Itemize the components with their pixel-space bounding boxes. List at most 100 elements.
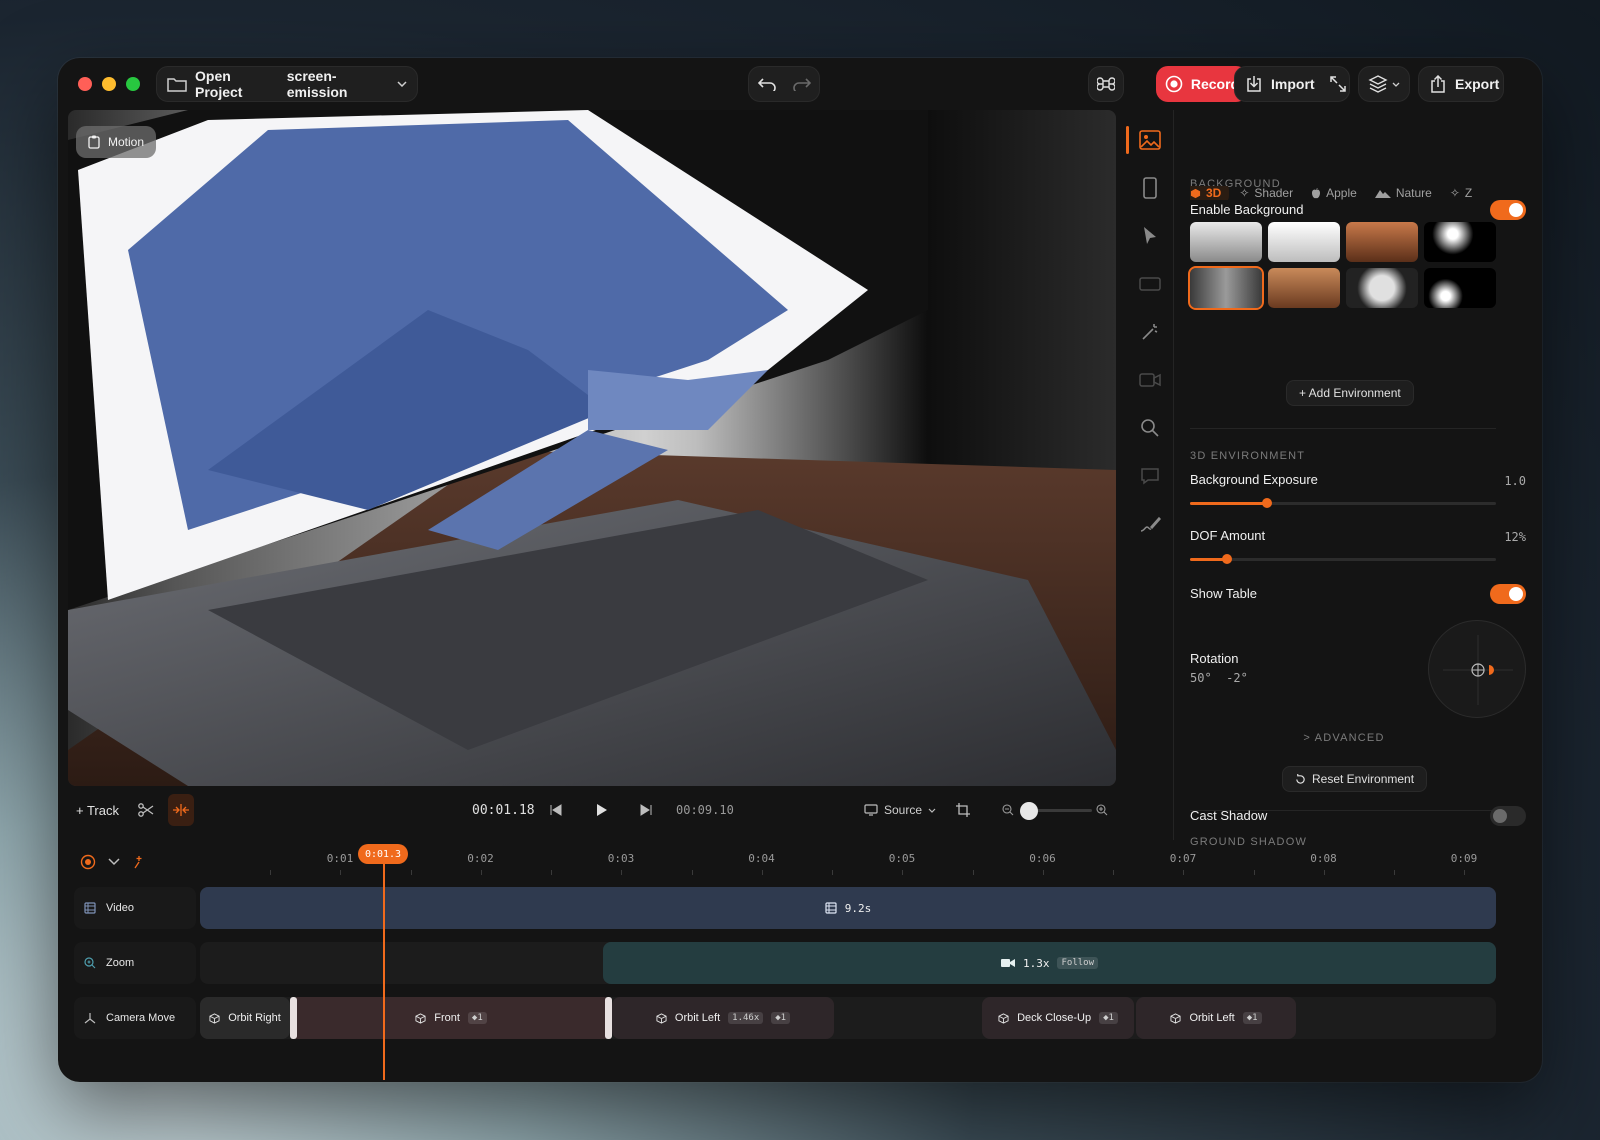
reset-icon xyxy=(1295,773,1306,785)
camera-clip[interactable]: Deck Close-Up ◆1 xyxy=(982,997,1134,1039)
snap-icon[interactable] xyxy=(168,794,194,826)
import-icon xyxy=(1245,75,1263,93)
bg-exposure-knob[interactable] xyxy=(1261,498,1272,508)
skip-forward-icon[interactable] xyxy=(640,794,652,826)
export-button[interactable]: Export xyxy=(1418,66,1504,102)
add-environment-button[interactable]: + Add Environment xyxy=(1286,380,1414,406)
camera-clip[interactable]: Orbit Right xyxy=(200,997,290,1039)
environment-thumbnail[interactable] xyxy=(1424,222,1496,262)
reset-environment-button[interactable]: Reset Environment xyxy=(1282,766,1428,792)
timeline-toolbar xyxy=(80,854,146,870)
expand-icon[interactable] xyxy=(1329,75,1347,93)
project-name-dropdown[interactable]: screen-emission xyxy=(285,67,417,101)
rotation-dial[interactable] xyxy=(1428,620,1526,718)
cursor-icon[interactable] xyxy=(1138,224,1162,248)
chat-icon[interactable] xyxy=(1138,464,1162,488)
dof-slider[interactable] xyxy=(1190,554,1496,564)
zoom-slider-knob[interactable] xyxy=(1020,801,1038,820)
camera-clip[interactable]: Orbit Left ◆1 xyxy=(1136,997,1296,1039)
magic-wand-icon[interactable] xyxy=(1138,320,1162,344)
environment-thumbnail[interactable] xyxy=(1346,222,1418,262)
clip-left-handle[interactable] xyxy=(290,997,297,1039)
tab-more[interactable]: ✧ Z xyxy=(1450,186,1472,200)
environment-thumbnail[interactable] xyxy=(1424,268,1496,308)
layers-dropdown[interactable] xyxy=(1358,66,1410,102)
record-target-icon[interactable] xyxy=(80,854,96,870)
environment-thumbnail[interactable] xyxy=(1346,268,1418,308)
crop-icon[interactable] xyxy=(956,794,970,826)
environment-thumbnail-selected[interactable] xyxy=(1188,266,1264,310)
camera-clip-selected[interactable]: Front ◆1 xyxy=(290,997,612,1039)
background-category-tabs: 3D ✧ Shader Apple Nature ✧ Z xyxy=(1190,186,1496,200)
cast-shadow-toggle[interactable] xyxy=(1490,806,1526,826)
track-header-zoom[interactable]: Zoom xyxy=(74,942,196,984)
tab-3d[interactable]: 3D xyxy=(1190,186,1230,200)
minimize-window-button[interactable] xyxy=(102,77,116,91)
advanced-toggle[interactable]: > ADVANCED xyxy=(1176,732,1512,744)
image-icon[interactable] xyxy=(1138,128,1162,152)
zoom-in-icon[interactable] xyxy=(1096,794,1108,826)
lane-zoom: 1.3x Follow xyxy=(200,942,1496,984)
zoom-clip[interactable]: 1.3x Follow xyxy=(603,942,1496,984)
command-button[interactable] xyxy=(1088,66,1124,102)
enable-background-toggle[interactable] xyxy=(1490,200,1526,220)
track-header-video[interactable]: Video xyxy=(74,887,196,929)
bg-exposure-slider[interactable] xyxy=(1190,498,1496,508)
show-table-toggle[interactable] xyxy=(1490,584,1526,604)
motion-badge[interactable]: Motion xyxy=(76,126,157,158)
keyboard-icon[interactable] xyxy=(1138,272,1162,296)
ruler-tick xyxy=(972,870,974,875)
chevron-down-icon[interactable] xyxy=(108,858,120,866)
timeline: 0:01 0:02 0:03 0:04 0:05 0:06 0:07 0:08 0:09 Vid… xyxy=(58,844,1542,1082)
preview-canvas[interactable]: Motion xyxy=(68,110,1116,786)
ruler-tick-label: 0:05 xyxy=(888,852,916,865)
close-window-button[interactable] xyxy=(78,77,92,91)
ruler-tick-label: 0:03 xyxy=(607,852,635,865)
video-clip[interactable]: 9.2s xyxy=(200,887,1496,929)
zoom-out-icon[interactable] xyxy=(1002,794,1014,826)
camera-clip-label: Front xyxy=(434,1012,460,1024)
redo-icon[interactable] xyxy=(792,77,811,91)
import-button[interactable]: Import xyxy=(1235,67,1325,101)
undo-icon[interactable] xyxy=(757,77,776,91)
playhead-time[interactable]: 0:01.3 xyxy=(358,844,408,864)
maximize-window-button[interactable] xyxy=(126,77,140,91)
environment-thumbnail[interactable] xyxy=(1190,222,1262,262)
tab-shader[interactable]: ✧ Shader xyxy=(1239,186,1293,200)
sparkle-icon: ✧ xyxy=(1449,186,1460,200)
ruler-tick-label: 0:04 xyxy=(748,852,775,865)
phone-icon[interactable] xyxy=(1138,176,1162,200)
export-label: Export xyxy=(1455,76,1500,92)
current-time: 00:01.18 xyxy=(472,802,535,818)
timeline-zoom-slider[interactable] xyxy=(1020,794,1092,826)
environment-thumbnail[interactable] xyxy=(1268,268,1340,308)
ruler-tick xyxy=(1464,870,1465,875)
play-icon[interactable] xyxy=(596,794,608,826)
open-project-button[interactable]: Open Project xyxy=(157,67,285,101)
import-label: Import xyxy=(1271,76,1315,92)
camera-icon[interactable] xyxy=(1138,368,1162,392)
environment-thumbnail[interactable] xyxy=(1268,222,1340,262)
video-clip-duration: 9.2s xyxy=(844,901,872,915)
dof-knob[interactable] xyxy=(1221,554,1232,564)
tab-nature[interactable]: Nature xyxy=(1374,186,1432,200)
scissors-icon[interactable] xyxy=(138,794,154,826)
skip-back-icon[interactable] xyxy=(550,794,562,826)
camera-clip[interactable]: Orbit Left 1.46x ◆1 xyxy=(612,997,834,1039)
active-tab-indicator xyxy=(1126,126,1129,154)
source-dropdown[interactable]: Source xyxy=(864,794,936,826)
search-icon[interactable] xyxy=(1138,416,1162,440)
clip-right-handle[interactable] xyxy=(605,997,612,1039)
enable-background-label: Enable Background xyxy=(1190,202,1304,217)
pen-icon[interactable] xyxy=(1138,512,1162,536)
sparkle-add-icon[interactable] xyxy=(132,855,146,869)
tab-apple[interactable]: Apple xyxy=(1311,186,1357,200)
inspector-icon-bar xyxy=(1126,110,1174,840)
track-video-label: Video xyxy=(106,902,134,914)
track-zoom-label: Zoom xyxy=(106,957,135,969)
ruler-tick-label: 0:02 xyxy=(467,852,494,865)
playhead[interactable] xyxy=(383,848,385,1080)
add-track-button[interactable]: + Track xyxy=(76,794,119,826)
title-bar: Open Project screen-emission Record Impo… xyxy=(58,58,1542,110)
track-header-camera[interactable]: Camera Move xyxy=(74,997,196,1039)
